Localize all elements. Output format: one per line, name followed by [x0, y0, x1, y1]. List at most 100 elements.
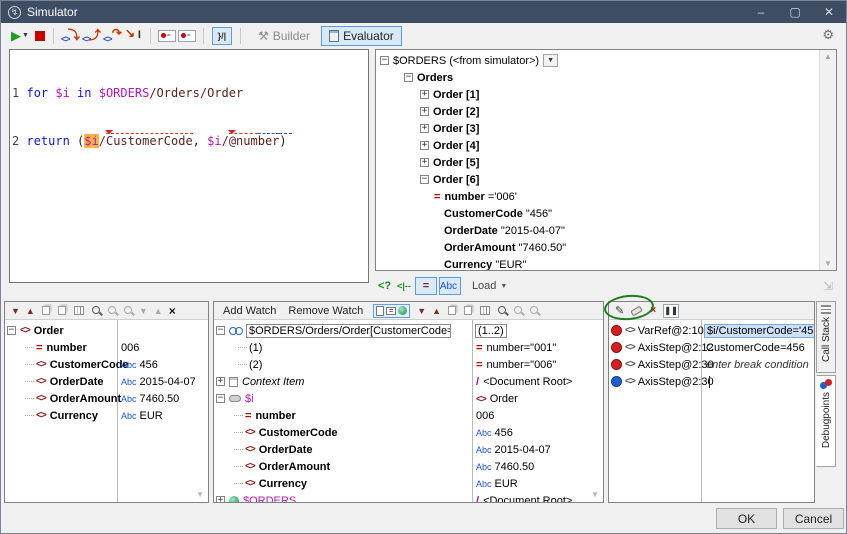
evaluate-toggle-icon[interactable]: [398, 306, 407, 315]
tree-row-order2[interactable]: Order [2]: [378, 103, 819, 120]
debugpoint-row-1[interactable]: <> VarRef@2:10 $i/CustomerCode='456': [609, 322, 814, 339]
insert-tracepoint-icon[interactable]: --: [178, 30, 196, 42]
stop-icon[interactable]: [35, 31, 45, 41]
copy-icon[interactable]: [42, 306, 50, 315]
search-icon[interactable]: [498, 306, 506, 314]
watch-row-var-i[interactable]: $i <>Order: [214, 390, 603, 407]
search-prev-icon[interactable]: [108, 306, 116, 314]
erase-condition-icon[interactable]: [630, 305, 643, 316]
breakpoint-icon[interactable]: [611, 359, 622, 370]
tree-row-customercode[interactable]: <> CustomerCode Abc456: [5, 356, 208, 373]
remove-watch-button[interactable]: Remove Watch: [288, 305, 363, 317]
break-condition-value[interactable]: CustomerCode=456: [706, 342, 805, 354]
watch-row-orders-var[interactable]: $ORDERS /<Document Root>: [214, 492, 603, 503]
load-dropdown-icon[interactable]: ▼: [500, 283, 507, 290]
tree-row-order5[interactable]: Order [5]: [378, 154, 819, 171]
expand-icon[interactable]: [420, 124, 429, 133]
gear-icon[interactable]: ⚙: [822, 27, 834, 43]
source-dropdown-icon[interactable]: ▼: [543, 54, 558, 67]
xml-declaration-icon[interactable]: <?: [378, 280, 391, 292]
tree-row-order1[interactable]: Order [1]: [378, 86, 819, 103]
step-into-icon[interactable]: <>⤵: [61, 28, 80, 44]
move-down-icon[interactable]: ▼: [139, 306, 148, 316]
step-over-icon[interactable]: <>↷: [103, 28, 122, 44]
add-watch-button[interactable]: Add Watch: [223, 305, 276, 317]
tracepoint-icon[interactable]: [611, 376, 622, 387]
pause-toggle-icon[interactable]: ❚❚: [663, 304, 679, 318]
close-button[interactable]: ✕: [812, 1, 846, 23]
load-button[interactable]: Load: [472, 280, 496, 292]
maximize-button[interactable]: ▢: [778, 1, 812, 23]
back-to-source-icon[interactable]: <|--: [397, 281, 411, 291]
tree-row-number-attr[interactable]: = number ='006': [378, 188, 819, 205]
columns-icon[interactable]: [480, 306, 490, 315]
collapse-icon[interactable]: [7, 326, 16, 335]
debugpoint-row-2[interactable]: <> AxisStep@2:12 CustomerCode=456: [609, 339, 814, 356]
expression-editor[interactable]: 1 for $i in $ORDERS/Orders/Order 2 retur…: [9, 49, 369, 283]
search-next-icon[interactable]: [530, 306, 538, 314]
breakpoint-icon[interactable]: [611, 342, 622, 353]
builder-button[interactable]: ⚒ Builder: [251, 26, 317, 46]
scroll-down-icon[interactable]: ▼: [196, 490, 204, 499]
edit-condition-icon[interactable]: ✎: [615, 304, 624, 317]
watch-row-currency[interactable]: <> Currency AbcEUR: [214, 475, 603, 492]
minimize-button[interactable]: –: [744, 1, 778, 23]
collapse-icon[interactable]: [380, 56, 389, 65]
break-condition-placeholder[interactable]: enter break condition: [706, 359, 809, 371]
cancel-button[interactable]: Cancel: [783, 508, 844, 529]
watch-row-2[interactable]: (2) =number="006": [214, 356, 603, 373]
expand-icon[interactable]: [216, 377, 225, 386]
evaluator-button[interactable]: Evaluator: [321, 26, 402, 46]
expand-icon[interactable]: [420, 141, 429, 150]
collapse-icon[interactable]: [404, 73, 413, 82]
breakpoint-icon[interactable]: [611, 325, 622, 336]
expand-icon[interactable]: [420, 90, 429, 99]
next-icon[interactable]: ▼: [11, 306, 20, 316]
move-up-icon[interactable]: ▲: [154, 306, 163, 316]
show-attributes-toggle-icon[interactable]: =: [415, 277, 437, 295]
step-out-icon[interactable]: <>⤴: [82, 28, 101, 44]
copy-icon[interactable]: [448, 306, 456, 315]
start-dropdown-icon[interactable]: ▼: [22, 32, 29, 39]
delete-debugpoint-icon[interactable]: ×: [650, 305, 656, 316]
watch-row-orderdate[interactable]: <> OrderDate Abc2015-04-07: [214, 441, 603, 458]
expand-icon[interactable]: [420, 107, 429, 116]
prev-icon[interactable]: ▲: [26, 306, 35, 316]
collapse-icon[interactable]: [216, 326, 225, 335]
tree-row-customercode[interactable]: CustomerCode "456": [378, 205, 819, 222]
tree-row-order3[interactable]: Order [3]: [378, 120, 819, 137]
debugpoint-row-3[interactable]: <> AxisStep@2:30 enter break condition: [609, 356, 814, 373]
vertical-scrollbar[interactable]: ▲ ▼: [819, 50, 836, 270]
ok-button[interactable]: OK: [716, 508, 777, 529]
watch-row-1[interactable]: (1) =number="001": [214, 339, 603, 356]
watch-row-number[interactable]: = number 006: [214, 407, 603, 424]
tab-debugpoints[interactable]: Debugpoints: [816, 375, 836, 467]
search-prev-icon[interactable]: [514, 306, 522, 314]
tree-row-order4[interactable]: Order [4]: [378, 137, 819, 154]
collapse-icon[interactable]: [420, 175, 429, 184]
insert-breakpoint-icon[interactable]: --: [158, 30, 176, 42]
columns-icon[interactable]: [74, 306, 84, 315]
show-source-toggle-icon[interactable]: [376, 306, 384, 316]
tree-row-order6[interactable]: Order [6]: [378, 171, 819, 188]
expand-icon[interactable]: [420, 158, 429, 167]
watch-row-orderamount[interactable]: <> OrderAmount Abc7460.50: [214, 458, 603, 475]
scroll-down-icon[interactable]: ▼: [591, 490, 599, 499]
search-next-icon[interactable]: [124, 306, 132, 314]
copy-subtree-icon[interactable]: [58, 306, 66, 315]
search-icon[interactable]: [92, 306, 100, 314]
show-text-toggle-icon[interactable]: Abc: [439, 277, 461, 295]
tab-call-stack[interactable]: Call Stack: [816, 301, 836, 373]
tree-row-number[interactable]: = number 006: [5, 339, 208, 356]
show-attributes-toggle-icon[interactable]: =: [386, 307, 396, 315]
watch-row-context-item[interactable]: Context Item /<Document Root>: [214, 373, 603, 390]
scroll-down-icon[interactable]: ▼: [824, 259, 832, 268]
collapse-icon[interactable]: [216, 394, 225, 403]
watch-row-customercode[interactable]: <> CustomerCode Abc456: [214, 424, 603, 441]
prev-icon[interactable]: ▲: [432, 306, 441, 316]
tree-row-currency[interactable]: Currency "EUR": [378, 256, 819, 271]
expand-icon[interactable]: [216, 496, 225, 503]
tree-row-orders[interactable]: Orders: [378, 69, 819, 86]
export-icon[interactable]: ⇲: [823, 279, 833, 293]
tree-row-order[interactable]: <> Order: [5, 322, 208, 339]
